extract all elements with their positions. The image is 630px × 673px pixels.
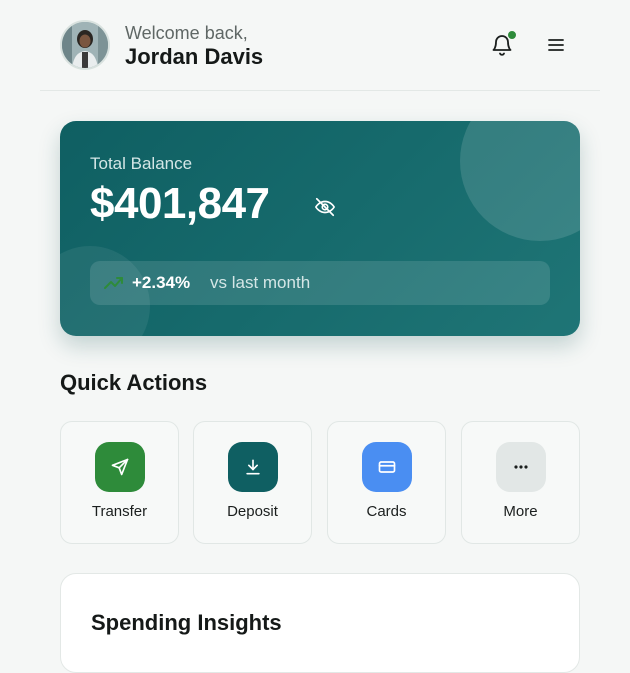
more-button[interactable]: More xyxy=(461,421,580,544)
balance-amount: $401,847 xyxy=(90,179,270,228)
balance-label: Total Balance xyxy=(90,154,193,173)
download-icon xyxy=(228,442,278,492)
quick-actions-title: Quick Actions xyxy=(60,370,208,395)
user-photo-icon xyxy=(62,22,108,68)
transfer-button[interactable]: Transfer xyxy=(60,421,179,544)
user-name: Jordan Davis xyxy=(125,44,264,69)
app-header: Welcome back, Jordan Davis xyxy=(40,0,600,91)
spending-insights-card: Spending Insights xyxy=(60,573,580,673)
balance-card: Total Balance $401,847 +2.34% vs last mo… xyxy=(60,121,580,336)
more-label: More xyxy=(503,503,538,520)
deposit-label: Deposit xyxy=(227,503,278,520)
send-icon xyxy=(95,442,145,492)
transfer-label: Transfer xyxy=(91,503,148,520)
spending-insights-title: Spending Insights xyxy=(91,610,282,635)
greeting-text: Welcome back, xyxy=(125,23,248,43)
eye-off-icon[interactable] xyxy=(314,196,336,218)
avatar[interactable] xyxy=(60,20,110,70)
cards-label: Cards xyxy=(366,503,407,520)
deposit-button[interactable]: Deposit xyxy=(193,421,312,544)
balance-change-pill: +2.34% vs last month xyxy=(90,261,550,305)
hamburger-menu-icon[interactable] xyxy=(546,35,566,55)
balance-change-value: +2.34% xyxy=(132,273,191,292)
trending-up-icon xyxy=(104,277,123,289)
card-icon xyxy=(362,442,412,492)
cards-button[interactable]: Cards xyxy=(327,421,446,544)
more-icon xyxy=(496,442,546,492)
notification-dot xyxy=(507,30,517,40)
decorative-circle xyxy=(460,121,580,241)
balance-change-text: vs last month xyxy=(210,273,311,292)
